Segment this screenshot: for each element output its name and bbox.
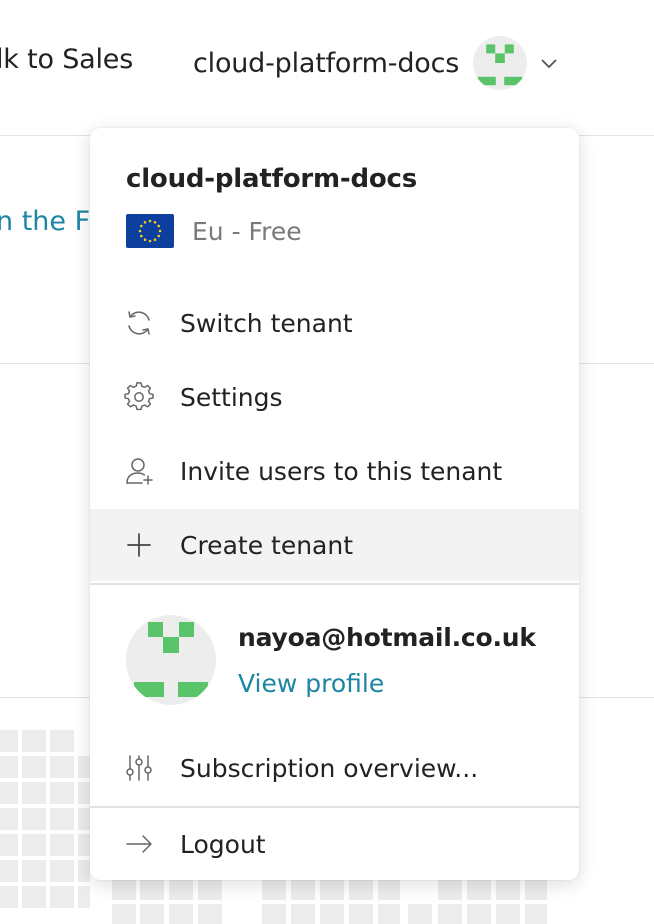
menu-item-subscription-overview[interactable]: Subscription overview... <box>90 732 579 804</box>
add-user-icon <box>124 456 154 486</box>
menu-item-settings[interactable]: Settings <box>90 361 579 433</box>
page: lk to Sales cloud-platform-docs n the F <box>0 0 654 924</box>
top-header: lk to Sales cloud-platform-docs <box>0 0 654 136</box>
tenant-switcher[interactable]: cloud-platform-docs <box>193 36 559 90</box>
switch-icon <box>124 308 154 338</box>
menu-item-label: Switch tenant <box>180 308 353 338</box>
menu-item-logout[interactable]: Logout <box>90 808 579 880</box>
plus-icon <box>124 530 154 560</box>
background-link[interactable]: n the F <box>0 206 90 237</box>
pixel-avatar-icon <box>126 615 216 705</box>
menu-item-label: Create tenant <box>180 530 354 560</box>
menu-item-label: Invite users to this tenant <box>180 456 503 486</box>
header-tenant-name: cloud-platform-docs <box>193 47 460 79</box>
menu-item-label: Logout <box>180 829 266 859</box>
menu-item-invite-users[interactable]: Invite users to this tenant <box>90 435 579 507</box>
menu-item-label: Subscription overview... <box>180 753 479 783</box>
eu-flag-icon <box>126 214 174 248</box>
menu-item-label: Settings <box>180 382 283 412</box>
tenant-region: Eu - Free <box>126 214 302 248</box>
view-profile-link[interactable]: View profile <box>238 669 384 698</box>
pixel-avatar-icon <box>473 36 528 90</box>
talk-to-sales-link[interactable]: lk to Sales <box>0 44 133 75</box>
menu-item-create-tenant[interactable]: Create tenant <box>90 509 579 581</box>
dropdown-divider <box>90 583 579 585</box>
gear-icon <box>124 382 154 412</box>
dropdown-tenant-title: cloud-platform-docs <box>126 164 418 194</box>
profile-section: nayoa@hotmail.co.uk View profile <box>126 615 566 705</box>
chevron-down-icon <box>539 53 559 73</box>
account-dropdown: cloud-platform-docs Eu - Free Switch ten… <box>90 128 579 880</box>
menu-item-switch-tenant[interactable]: Switch tenant <box>90 287 579 359</box>
user-email: nayoa@hotmail.co.uk <box>238 623 536 652</box>
arrow-right-icon <box>124 829 154 859</box>
sliders-icon <box>124 753 154 783</box>
tenant-region-label: Eu - Free <box>192 216 302 246</box>
